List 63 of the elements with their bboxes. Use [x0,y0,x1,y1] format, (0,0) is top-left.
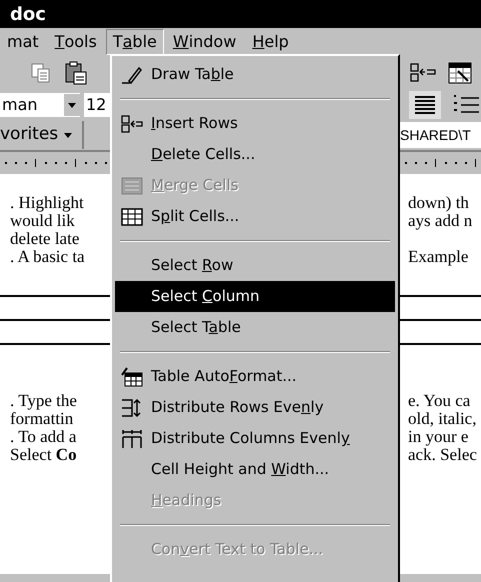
document-text: e. You ca [408,392,470,410]
table-icon [121,206,143,226]
menu-item-label: Headings [151,490,222,512]
menu-bar-item[interactable]: Window [166,28,244,54]
menu-item-label: Select Table [151,317,241,338]
table-icon[interactable] [448,62,472,84]
font-field[interactable]: man [0,93,80,117]
document-text: down) th [408,194,469,212]
distribute-columns-icon [121,428,143,448]
menu-item[interactable]: Insert Rows [115,108,395,139]
menu-item-label: Merge Cells [151,175,238,196]
menu-item[interactable]: Select Table [115,312,395,343]
menu-item-label: Draw Table [151,64,234,86]
document-text: Example [408,248,468,266]
menu-item-label: Cell Height and Width... [151,459,330,480]
menu-item-label: Select Row [151,255,234,276]
paste-icon[interactable] [64,60,88,84]
menu-item[interactable]: Delete Cells... [115,139,395,170]
menu-item-label: Distribute Columns Evenly [151,428,350,450]
document-text: old, italic, [408,410,476,428]
document-text: formattin [10,410,74,428]
font-size-field[interactable]: 12 [84,93,110,117]
menu-item-label: Distribute Rows Evenly [151,397,324,418]
document-text: delete late [10,230,80,248]
menu-item-label: Split Cells... [151,206,240,228]
dropdown-caret-icon[interactable] [64,94,80,116]
insert-rows-icon[interactable] [410,62,436,84]
menu-item-label: Select Column [151,286,260,308]
menu-item[interactable]: Draw Table [115,59,395,90]
menu-item[interactable]: Select Column [115,281,395,312]
menu-item[interactable]: Cell Height and Width... [115,454,395,485]
menu-item[interactable]: Table AutoFormat... [115,361,395,392]
menu-item-label: Insert Rows [151,113,238,134]
document-text: in your e [408,428,468,446]
document-text: . Type the [10,392,77,410]
menu-item[interactable]: Select Row [115,250,395,281]
autoformat-icon [121,366,143,386]
address-field[interactable]: SHARED\T [400,122,481,148]
document-text: Select Co [10,446,77,464]
document-text: . A basic ta [10,248,85,266]
document-text: would lik [10,212,75,230]
justify-icon[interactable] [409,91,441,119]
menu-bar-item[interactable]: mat [0,28,46,54]
insert-rows-icon [121,114,143,134]
menu-bar-item[interactable]: Help [245,28,296,54]
menu-item-label: Delete Cells... [151,144,256,166]
menu-bar-item[interactable]: Tools [48,28,104,54]
copy-icon[interactable] [30,62,52,84]
pencil-icon [121,64,143,84]
menu-item-label: Convert Text to Table... [151,539,324,560]
merge-cells-icon [121,176,143,196]
document-text: ack. Selec [408,446,477,464]
favorites-button[interactable]: vorites [0,121,84,149]
document-text: . Highlight [10,194,84,212]
document-text: ays add n [408,212,472,230]
distribute-rows-icon [121,398,143,418]
menu-item-label: Table AutoFormat... [151,366,297,388]
document-text: . To add a [10,428,76,446]
menu-item[interactable]: Distribute Columns Evenly [115,423,395,454]
menu-item[interactable]: Distribute Rows Evenly [115,392,395,423]
dropdown-caret-icon [64,132,72,138]
menu-item[interactable]: Split Cells... [115,201,395,232]
window-title: doc [10,2,46,26]
